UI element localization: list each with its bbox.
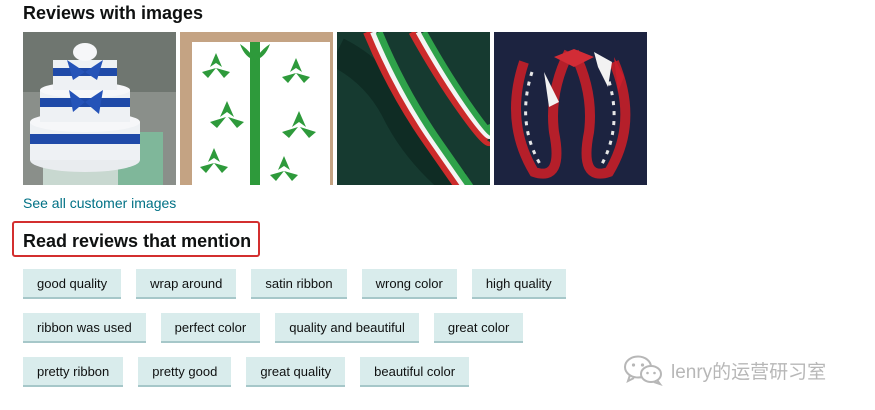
mention-chip[interactable]: great quality xyxy=(246,357,346,387)
green-leaf-box-image xyxy=(180,32,333,185)
ribbon-lei-green-image xyxy=(337,32,490,185)
mention-chip[interactable]: beautiful color xyxy=(360,357,470,387)
mention-chip[interactable]: quality and beautiful xyxy=(275,313,419,343)
review-image-green-leaf-box[interactable] xyxy=(180,32,333,185)
review-image-ribbon-lei-green[interactable] xyxy=(337,32,490,185)
mention-chips-row-1: good quality wrap around satin ribbon wr… xyxy=(23,269,566,299)
mention-chip[interactable]: pretty good xyxy=(138,357,232,387)
mention-chip[interactable]: pretty ribbon xyxy=(23,357,124,387)
mention-chip[interactable]: high quality xyxy=(471,269,566,299)
read-reviews-that-mention-title: Read reviews that mention xyxy=(23,231,252,251)
mention-chip[interactable]: wrap around xyxy=(136,269,237,299)
mention-chip[interactable]: satin ribbon xyxy=(251,269,347,299)
mention-chip[interactable]: ribbon was used xyxy=(23,313,146,343)
mention-chip[interactable]: great color xyxy=(433,313,524,343)
diaper-cake-image xyxy=(23,32,176,185)
reviews-with-images-title: Reviews with images xyxy=(23,3,204,23)
mention-chip[interactable]: wrong color xyxy=(361,269,457,299)
watermark-text: lenry的运营研习室 xyxy=(671,361,827,383)
wechat-icon xyxy=(624,355,663,386)
ribbon-lei-red-image xyxy=(494,32,647,185)
mention-chip[interactable]: perfect color xyxy=(160,313,261,343)
mention-chip[interactable]: good quality xyxy=(23,269,122,299)
watermark: lenry的运营研习室 xyxy=(623,354,826,386)
mention-chips-row-2: ribbon was used perfect color quality an… xyxy=(23,313,524,343)
see-all-customer-images-link[interactable]: See all customer images xyxy=(23,195,176,211)
review-image-diaper-cake[interactable] xyxy=(23,32,176,185)
review-image-ribbon-lei-red[interactable] xyxy=(494,32,647,185)
review-image-strip xyxy=(23,32,647,185)
mention-chips-row-3: pretty ribbon pretty good great quality … xyxy=(23,357,470,387)
